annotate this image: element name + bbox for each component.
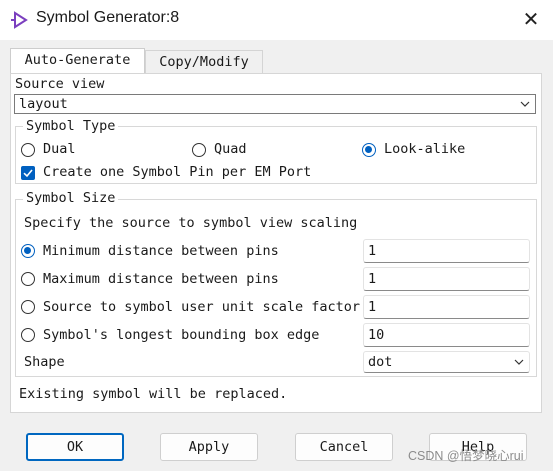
shape-select[interactable]: dot [363,351,530,373]
tab-auto-generate[interactable]: Auto-Generate [10,48,145,74]
longest-edge-value: 10 [368,327,385,343]
one-pin-per-port-label[interactable]: Create one Symbol Pin per EM Port [43,164,311,180]
shape-label: Shape [24,354,65,370]
scaling-instruction: Specify the source to symbol view scalin… [24,215,358,231]
radio-look-alike[interactable] [362,143,376,157]
scale-factor-value: 1 [368,299,377,315]
symbol-type-legend: Symbol Type [23,118,119,134]
radio-longest-edge[interactable] [21,328,35,342]
radio-min-distance[interactable] [21,244,35,258]
apply-button[interactable]: Apply [160,433,258,461]
radio-dual-label[interactable]: Dual [43,141,76,157]
source-view-select[interactable]: layout [14,94,536,114]
radio-max-distance-label[interactable]: Maximum distance between pins [43,271,279,287]
min-distance-input[interactable]: 1 [363,239,530,263]
source-view-value: layout [19,96,68,112]
radio-longest-edge-label[interactable]: Symbol's longest bounding box edge [43,327,319,343]
source-view-label: Source view [15,76,105,92]
max-distance-value: 1 [368,271,377,287]
status-message: Existing symbol will be replaced. [19,386,288,402]
shape-value: dot [368,354,393,370]
cancel-button[interactable]: Cancel [295,433,393,461]
max-distance-input[interactable]: 1 [363,267,530,291]
title-bar: Symbol Generator:8 ✕ [0,0,553,40]
tab-copy-modify[interactable]: Copy/Modify [145,50,263,74]
radio-dual[interactable] [21,143,35,157]
app-icon [11,11,28,29]
min-distance-value: 1 [368,243,377,259]
radio-quad[interactable] [192,143,206,157]
radio-look-alike-label[interactable]: Look-alike [384,141,465,157]
symbol-size-legend: Symbol Size [23,190,119,206]
window-title: Symbol Generator:8 [36,9,180,26]
radio-quad-label[interactable]: Quad [214,141,247,157]
ok-button[interactable]: OK [26,433,124,461]
scale-factor-input[interactable]: 1 [363,295,530,319]
radio-scale-factor-label[interactable]: Source to symbol user unit scale factor [43,299,360,315]
watermark: CSDN @悟梦晓心rui [408,449,524,463]
radio-max-distance[interactable] [21,272,35,286]
radio-min-distance-label[interactable]: Minimum distance between pins [43,243,279,259]
radio-scale-factor[interactable] [21,300,35,314]
chevron-down-icon [520,101,530,107]
one-pin-per-port-checkbox[interactable] [21,166,35,180]
chevron-down-icon [514,359,524,365]
checkmark-icon [23,169,33,178]
longest-edge-input[interactable]: 10 [363,323,530,347]
close-icon[interactable]: ✕ [517,6,545,34]
